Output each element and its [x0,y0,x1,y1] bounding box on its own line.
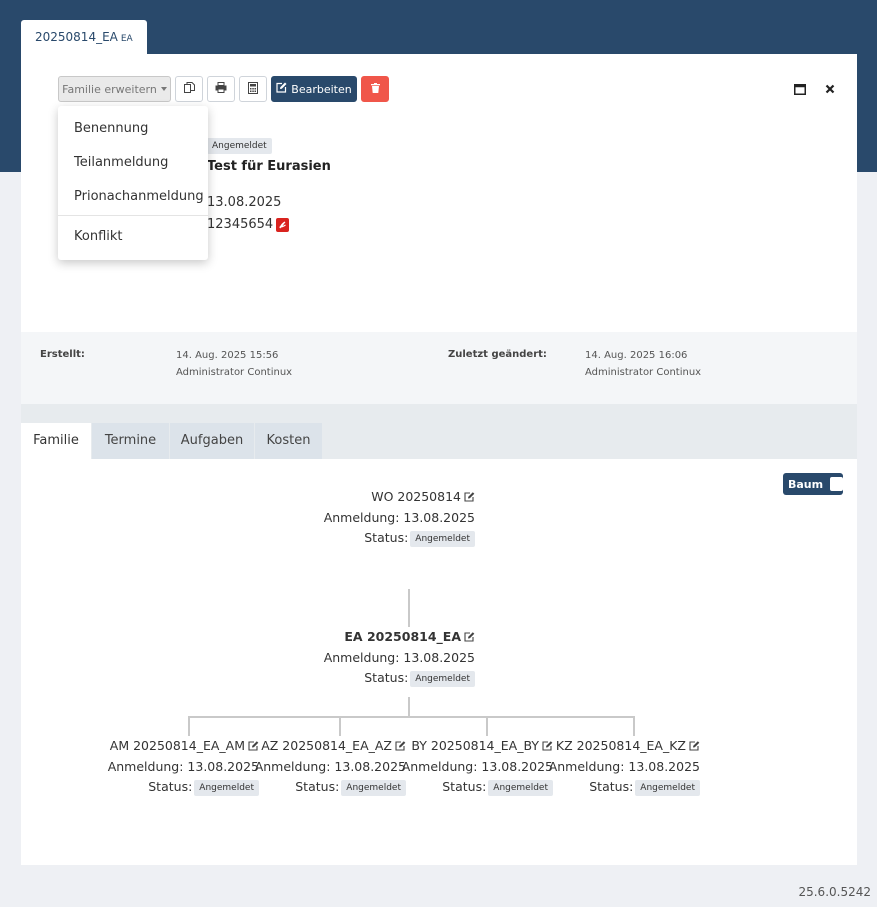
node-anmeldung: Anmeldung: 13.08.2025 [323,650,475,665]
node-status-label: Status: [364,530,409,545]
node-status-label: Status: [442,779,487,794]
tree-node-kz: KZ 20250814_EA_KZ Anmeldung: 13.08.2025 … [549,736,700,797]
node-status-badge: Angemeldet [635,780,700,796]
tab-aufgaben[interactable]: Aufgaben [170,423,254,459]
node-anmeldung: Anmeldung: 13.08.2025 [323,510,475,525]
delete-button[interactable] [361,76,389,102]
tab-termine[interactable]: Termine [92,423,169,459]
calculator-button[interactable] [239,76,267,102]
changed-label: Zuletzt geändert: [448,349,547,360]
changed-by: Administrator Continux [585,367,702,378]
node-status-badge: Angemeldet [341,780,406,796]
edit-icon [276,82,287,96]
node-name[interactable]: AM 20250814_EA_AM [110,738,245,753]
trash-icon [370,82,380,96]
node-anmeldung: Anmeldung: 13.08.2025 [401,759,553,774]
tree-node-ea: EA 20250814_EA Anmeldung: 13.08.2025 Sta… [324,627,475,688]
print-button[interactable] [207,76,235,102]
document-tab-label: 20250814_EA [35,30,118,44]
tab-familie[interactable]: Familie [21,423,91,459]
connector-line [486,716,488,736]
node-anmeldung: Anmeldung: 13.08.2025 [548,759,700,774]
application-number-row: 12345654 [207,217,290,232]
menu-item-teilanmeldung[interactable]: Teilanmeldung [58,146,208,180]
connector-line [188,716,190,736]
menu-divider [58,215,208,216]
status-badge: Angemeldet [207,138,272,154]
created-by: Administrator Continux [176,367,293,378]
node-status-label: Status: [295,779,340,794]
tree-toggle-label: Baum [788,477,824,491]
edit-icon[interactable] [689,737,700,757]
connector-line [408,589,410,627]
family-extend-label: Familie erweitern [62,82,157,96]
close-icon[interactable] [823,82,837,96]
node-status-badge: Angemeldet [410,671,475,687]
calculator-icon [248,81,258,97]
node-status-label: Status: [589,779,634,794]
node-anmeldung: Anmeldung: 13.08.2025 [107,759,259,774]
tab-kosten[interactable]: Kosten [255,423,322,459]
tree-node-am: AM 20250814_EA_AM Anmeldung: 13.08.2025 … [108,736,259,797]
application-date: 13.08.2025 [207,195,282,210]
connector-line [339,716,341,736]
document-tab-suffix: EA [120,34,133,44]
family-extend-menu: Benennung Teilanmeldung Prionachanmeldun… [58,106,208,260]
connector-line [633,716,635,736]
print-icon [215,82,227,96]
tree-view-toggle[interactable]: Baum [783,473,843,495]
edit-icon[interactable] [464,628,475,648]
node-name[interactable]: AZ 20250814_EA_AZ [261,738,392,753]
node-name[interactable]: WO 20250814 [371,489,461,504]
edit-icon[interactable] [464,488,475,508]
node-status-badge: Angemeldet [410,531,475,547]
node-name[interactable]: BY 20250814_EA_BY [411,738,539,753]
menu-item-benennung[interactable]: Benennung [58,112,208,146]
edit-label: Bearbeiten [291,82,352,96]
document-tab[interactable]: 20250814_EA EA [21,20,147,54]
pdf-icon[interactable] [276,217,290,232]
window-actions [793,82,837,96]
node-name[interactable]: EA 20250814_EA [344,629,461,644]
connector-line [188,716,635,718]
connector-line [408,697,410,717]
created-label: Erstellt: [40,349,85,360]
caret-down-icon [160,87,167,91]
tree-node-by: BY 20250814_EA_BY Anmeldung: 13.08.2025 … [402,736,553,797]
application-title: Test für Eurasien [207,159,331,174]
application-number: 12345654 [207,217,274,232]
metadata-strip: Erstellt: 14. Aug. 2025 15:56 Administra… [21,332,857,404]
detail-card: Familie erweitern Bearbeiten Angemeldet … [21,54,857,865]
maximize-icon[interactable] [793,82,807,96]
version-label: 25.6.0.5242 [798,885,871,899]
node-status-label: Status: [148,779,193,794]
copy-button[interactable] [175,76,203,102]
edit-button[interactable]: Bearbeiten [271,76,357,102]
created-date: 14. Aug. 2025 15:56 [176,350,279,361]
node-status-badge: Angemeldet [488,780,553,796]
menu-item-konflikt[interactable]: Konflikt [58,220,208,254]
node-status-label: Status: [364,670,409,685]
node-status-badge: Angemeldet [194,780,259,796]
menu-item-prionachanmeldung[interactable]: Prionachanmeldung [58,180,208,214]
tree-node-wo: WO 20250814 Anmeldung: 13.08.2025 Status… [324,487,475,548]
copy-icon [183,82,195,96]
family-extend-dropdown-button[interactable]: Familie erweitern [58,76,171,102]
node-name[interactable]: KZ 20250814_EA_KZ [556,738,686,753]
tree-node-az: AZ 20250814_EA_AZ Anmeldung: 13.08.2025 … [255,736,406,797]
changed-date: 14. Aug. 2025 16:06 [585,350,688,361]
node-anmeldung: Anmeldung: 13.08.2025 [254,759,406,774]
toolbar: Familie erweitern Bearbeiten [58,76,389,102]
toggle-box [830,477,843,491]
